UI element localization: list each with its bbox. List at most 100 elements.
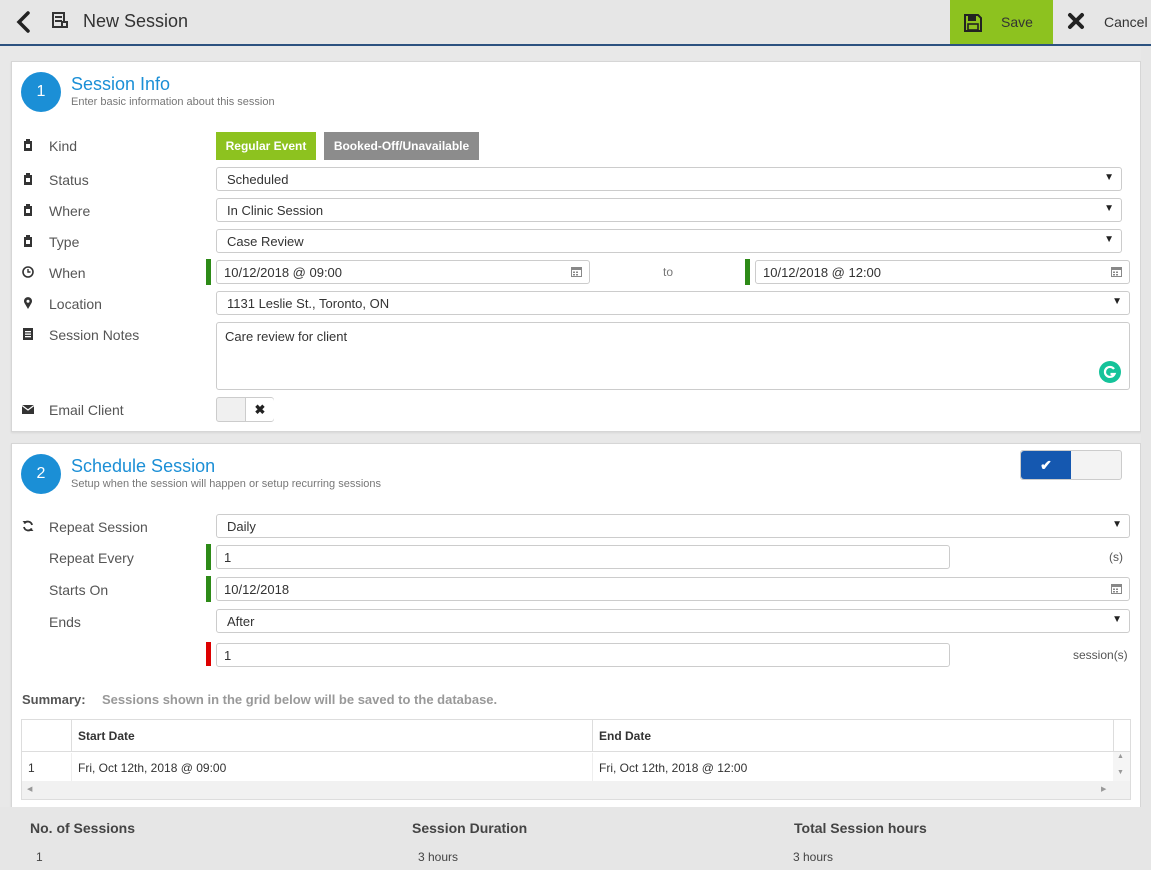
ends-unit: session(s) [1073,648,1128,662]
checkmark-icon: ✔ [1021,451,1071,479]
session-notes-textarea[interactable]: Care review for client [216,322,1130,390]
ends-after-count-input[interactable]: 1 [216,643,950,667]
location-select[interactable]: 1131 Leslie St., Toronto, ON ▼ [216,291,1130,315]
repeat-every-unit: (s) [1109,550,1123,564]
kind-booked-off-button[interactable]: Booked-Off/Unavailable [324,132,479,160]
scroll-right-icon[interactable]: ▶ [1101,785,1106,793]
calendar-icon[interactable] [1111,266,1122,277]
close-icon: ✖ [245,398,274,421]
session-duration-label: Session Duration [412,820,528,836]
document-icon [23,328,33,340]
section-subtitle: Enter basic information about this sessi… [71,96,275,108]
sessions-grid: Start Date End Date 1 Fri, Oct 12th, 201… [21,719,1131,800]
refresh-icon [22,520,34,532]
row-number: 1 [28,761,35,775]
scroll-left-icon[interactable]: ◀ [27,785,32,793]
cancel-label: Cancel [1104,14,1148,30]
scroll-up-icon[interactable]: ▲ [1117,753,1124,760]
status-value: Scheduled [227,172,289,187]
table-row[interactable]: 1 Fri, Oct 12th, 2018 @ 09:00 Fri, Oct 1… [22,753,1113,781]
close-icon [1068,13,1084,29]
column-header-start-date[interactable]: Start Date [78,729,135,743]
top-bar: New Session Save Cancel [0,0,1151,46]
kind-regular-event-button[interactable]: Regular Event [216,132,316,160]
cancel-button[interactable]: Cancel [1053,0,1151,44]
type-select[interactable]: Case Review ▼ [216,229,1122,253]
session-calendar-icon [52,12,68,28]
location-value: 1131 Leslie St., Toronto, ON [227,296,390,311]
start-datetime-input[interactable]: 10/12/2018 @ 09:00 [216,260,590,284]
page-title: New Session [83,11,189,31]
section-title: Schedule Session [71,456,216,476]
map-pin-icon [24,297,32,309]
type-label: Type [49,234,80,250]
chevron-down-icon: ▼ [1112,614,1122,625]
step-number: 1 [21,72,61,112]
clipboard-icon [24,139,32,151]
ends-select[interactable]: After ▼ [216,609,1130,633]
clock-icon [22,266,34,278]
when-label: When [49,265,86,281]
starts-on-label: Starts On [49,582,109,598]
clipboard-icon [24,173,32,185]
repeat-every-label: Repeat Every [49,550,134,566]
ends-after-count-value: 1 [224,648,232,663]
vertical-scrollbar[interactable]: ▲ ▼ [1113,752,1130,781]
chevron-down-icon: ▼ [1104,203,1114,214]
starts-on-input[interactable]: 10/12/2018 [216,577,1130,601]
summary-text: Sessions shown in the grid below will be… [102,692,498,707]
save-label: Save [1001,14,1033,30]
chevron-down-icon: ▼ [1112,296,1122,307]
required-indicator [206,259,211,285]
session-duration-value: 3 hours [418,850,459,864]
back-arrow-icon[interactable] [14,11,34,33]
where-select[interactable]: In Clinic Session ▼ [216,198,1122,222]
kind-label: Kind [49,138,78,154]
page-scrollbar[interactable] [1141,46,1151,807]
row-end-date: Fri, Oct 12th, 2018 @ 12:00 [599,761,748,775]
email-client-label: Email Client [49,402,124,418]
clipboard-icon [24,204,32,216]
sessions-count-value: 1 [36,850,43,864]
repeat-every-input[interactable]: 1 [216,545,950,569]
clipboard-icon [24,235,32,247]
calendar-icon[interactable] [571,266,582,277]
email-client-toggle[interactable]: ✖ [216,397,274,422]
required-indicator [206,642,211,666]
where-value: In Clinic Session [227,203,324,218]
end-datetime-input[interactable]: 10/12/2018 @ 12:00 [755,260,1130,284]
envelope-icon [22,405,34,414]
starts-on-value: 10/12/2018 [224,582,290,597]
total-hours-label: Total Session hours [794,820,927,836]
total-hours-value: 3 hours [793,850,834,864]
session-notes-value: Care review for client [225,329,348,344]
sessions-count-label: No. of Sessions [30,820,136,836]
horizontal-scrollbar[interactable]: ◀ ▶ [22,781,1130,799]
scroll-down-icon[interactable]: ▼ [1117,769,1124,776]
column-header-end-date[interactable]: End Date [599,729,651,743]
chevron-down-icon: ▼ [1104,172,1114,183]
repeat-session-value: Daily [227,519,256,534]
required-indicator [206,576,211,602]
chevron-down-icon: ▼ [1104,234,1114,245]
ends-value: After [227,614,255,629]
repeat-session-select[interactable]: Daily ▼ [216,514,1130,538]
grid-header: Start Date End Date [22,720,1130,752]
footer-summary: No. of Sessions 1 Session Duration 3 hou… [0,807,1151,870]
save-button[interactable]: Save [950,0,1053,44]
status-label: Status [49,172,89,188]
grammarly-icon[interactable] [1099,361,1121,383]
row-start-date: Fri, Oct 12th, 2018 @ 09:00 [78,761,227,775]
type-value: Case Review [227,234,304,249]
session-notes-label: Session Notes [49,327,140,343]
required-indicator [206,544,211,570]
start-datetime-value: 10/12/2018 @ 09:00 [224,265,343,280]
required-indicator [745,259,750,285]
summary-label: Summary: [22,692,86,707]
floppy-disk-icon [964,14,982,32]
schedule-toggle[interactable]: ✔ [1020,450,1122,480]
where-label: Where [49,203,91,219]
calendar-icon[interactable] [1111,583,1122,594]
status-select[interactable]: Scheduled ▼ [216,167,1122,191]
ends-label: Ends [49,614,81,630]
